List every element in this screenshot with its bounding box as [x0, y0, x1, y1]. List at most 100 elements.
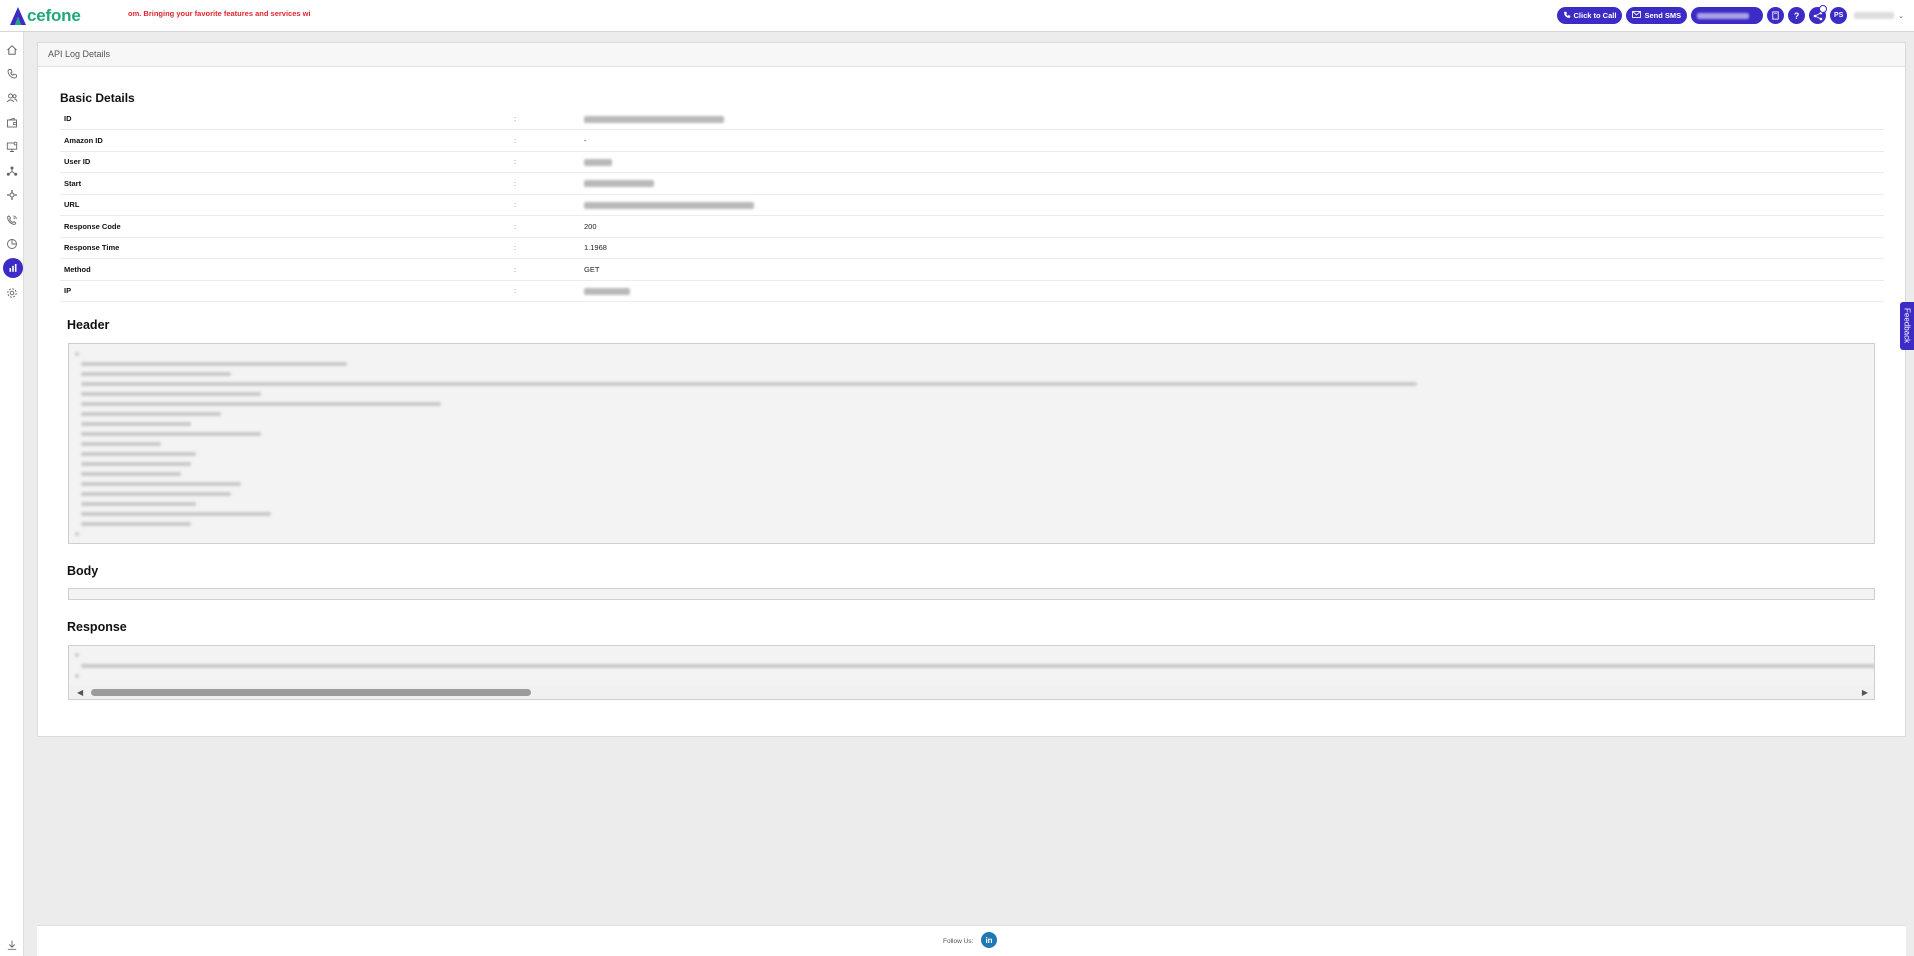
row-value: 1.1968	[580, 237, 1884, 259]
agent-status-button[interactable]	[1767, 7, 1785, 24]
table-row: Amazon ID : -	[60, 129, 1884, 152]
linkedin-icon[interactable]: in	[981, 932, 997, 948]
table-row: Method : GET	[60, 258, 1884, 281]
redacted-value	[584, 201, 754, 209]
phone-icon	[1563, 11, 1571, 21]
row-key: Response Time	[60, 237, 510, 259]
code-line	[81, 412, 221, 416]
code-line	[81, 512, 271, 516]
logo-mark-icon	[10, 7, 26, 25]
scroll-left-icon[interactable]: ◀	[77, 688, 83, 697]
send-sms-button[interactable]: Send SMS	[1626, 7, 1688, 24]
help-icon: ?	[1793, 10, 1800, 21]
logo-text: cefone	[27, 6, 81, 25]
row-key: Amazon ID	[60, 129, 510, 152]
click-to-call-button[interactable]: Click to Call	[1556, 7, 1623, 24]
phone-icon[interactable]	[4, 66, 20, 82]
table-row: ID :	[60, 108, 1884, 130]
pie-chart-icon[interactable]	[4, 236, 20, 252]
table-row: Start :	[60, 172, 1884, 195]
wallet-icon[interactable]	[4, 115, 20, 131]
code-line	[81, 382, 1417, 386]
redacted-value	[584, 180, 654, 188]
scroll-right-icon[interactable]: ▶	[1862, 688, 1868, 697]
row-value	[580, 194, 1884, 216]
help-button[interactable]: ?	[1788, 7, 1806, 24]
ivr-icon[interactable]	[4, 212, 20, 228]
row-value	[580, 280, 1884, 302]
code-line	[81, 502, 196, 506]
table-row: URL :	[60, 194, 1884, 216]
body-code-block[interactable]	[68, 588, 1875, 600]
integration-icon[interactable]	[4, 187, 20, 203]
user-avatar[interactable]: PS	[1830, 7, 1848, 24]
row-value: GET	[580, 258, 1884, 281]
code-line	[81, 664, 1874, 668]
row-separator: :	[510, 108, 580, 130]
code-line	[75, 674, 79, 678]
table-row: Response Time : 1.1968	[60, 237, 1884, 259]
row-key: Response Code	[60, 215, 510, 238]
footer: Follow Us: in	[37, 925, 1906, 956]
row-key: ID	[60, 108, 510, 130]
sidebar	[0, 32, 24, 956]
code-line	[81, 472, 181, 476]
code-line	[81, 522, 191, 526]
redacted-value	[584, 287, 630, 295]
header-code-block[interactable]	[68, 343, 1875, 544]
row-key: Start	[60, 172, 510, 195]
code-line	[81, 452, 196, 456]
home-icon[interactable]	[4, 42, 20, 58]
redacted-number	[1697, 12, 1750, 19]
acefone-logo[interactable]: cefone	[10, 5, 81, 27]
scrollbar-thumb[interactable]	[91, 689, 531, 696]
horizontal-scrollbar[interactable]: ◀ ▶	[69, 685, 1874, 699]
network-status-button[interactable]	[1809, 5, 1828, 24]
body-section-title: Body	[67, 564, 99, 578]
code-line	[81, 432, 261, 436]
row-separator: :	[510, 172, 580, 195]
row-separator: :	[510, 280, 580, 302]
settings-icon[interactable]	[4, 285, 20, 301]
announcement-marquee: om. Bringing your favorite features and …	[128, 9, 310, 18]
user-name-redacted[interactable]	[1854, 12, 1895, 19]
analytics-icon[interactable]	[3, 258, 23, 278]
breadcrumb: API Log Details	[38, 43, 1905, 67]
contacts-icon[interactable]	[4, 90, 20, 106]
code-line	[81, 372, 231, 376]
network-icon[interactable]	[4, 163, 20, 179]
row-separator: :	[510, 215, 580, 238]
number-selector-button[interactable]	[1691, 7, 1764, 24]
follow-us-label: Follow Us:	[943, 938, 974, 945]
code-line	[81, 482, 241, 486]
code-line	[81, 442, 161, 446]
table-row: User ID :	[60, 151, 1884, 173]
row-value: 200	[580, 215, 1884, 238]
response-code-block[interactable]: ◀ ▶	[68, 645, 1875, 700]
row-separator: :	[510, 194, 580, 216]
feedback-tab[interactable]: Feedback	[1900, 302, 1914, 350]
table-row: Response Code : 200	[60, 215, 1884, 238]
top-bar: cefone om. Bringing your favorite featur…	[0, 0, 1914, 32]
row-value	[580, 108, 1884, 130]
redacted-value	[584, 115, 724, 123]
code-line	[81, 492, 231, 496]
agent-status-icon	[1772, 11, 1779, 20]
main-content: API Log Details Basic Details ID : Amazo…	[37, 42, 1906, 737]
table-row: IP :	[60, 280, 1884, 302]
notification-dot	[1819, 5, 1828, 13]
row-value: -	[580, 129, 1884, 152]
response-section-title: Response	[67, 620, 127, 634]
chevron-down-icon[interactable]: ⌄	[1898, 12, 1904, 20]
code-line	[81, 362, 347, 366]
code-line	[81, 422, 191, 426]
download-icon[interactable]	[4, 937, 20, 953]
monitor-icon[interactable]	[4, 139, 20, 155]
code-line	[81, 392, 261, 396]
mail-icon	[1632, 11, 1642, 20]
top-actions: Click to Call Send SMS ? PS ⌄	[1556, 5, 1904, 24]
send-sms-label: Send SMS	[1644, 11, 1682, 20]
row-key: URL	[60, 194, 510, 216]
basic-details-table: ID : Amazon ID : - User ID : Start : URL	[60, 108, 1884, 302]
row-separator: :	[510, 258, 580, 281]
